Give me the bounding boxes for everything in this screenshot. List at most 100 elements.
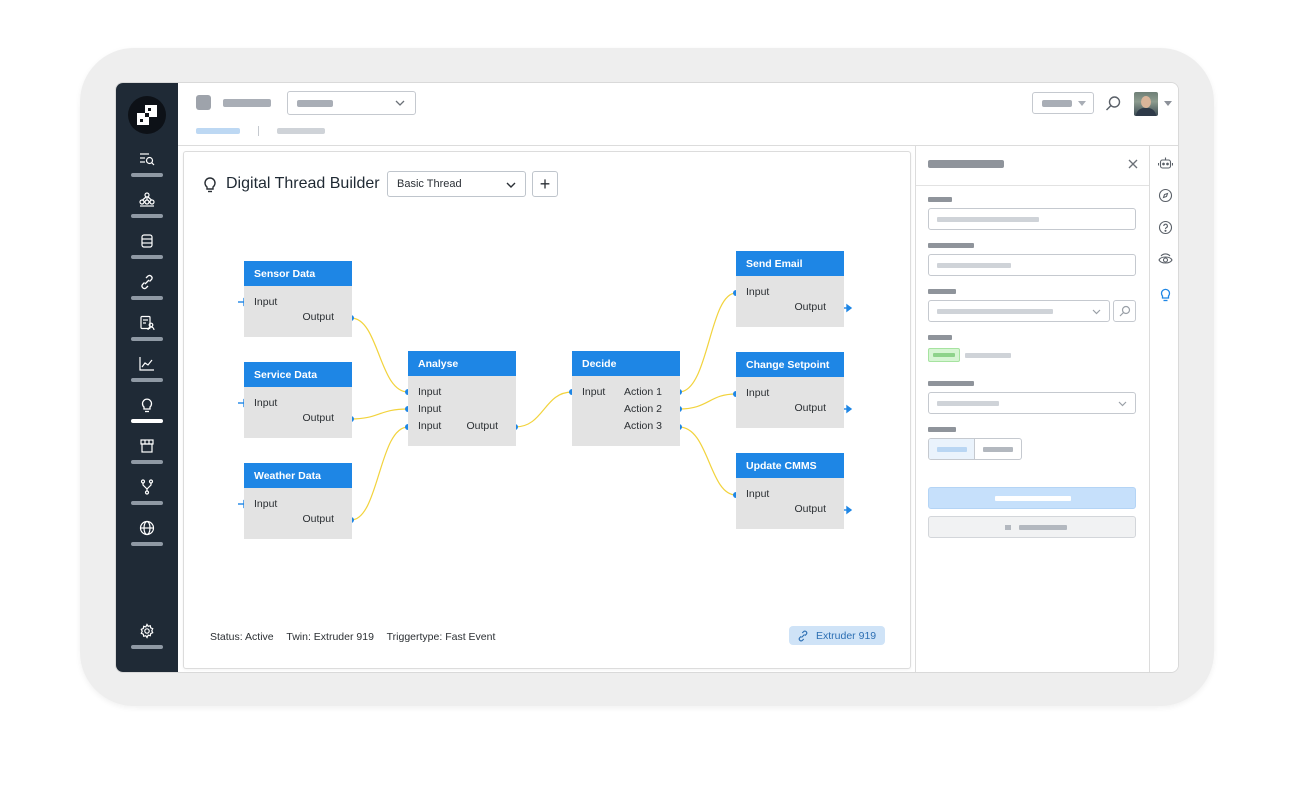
sidebar-item-settings[interactable] [116, 619, 178, 657]
sidebar-item-search-list[interactable] [116, 147, 178, 185]
node-output-label: Output [302, 513, 334, 525]
arrow-out-setpoint [843, 404, 853, 414]
select-field[interactable] [928, 392, 1136, 414]
workspace-select[interactable] [287, 91, 416, 115]
arrow-out-email [843, 303, 853, 313]
workspace-name [223, 99, 271, 107]
sidebar-item-link[interactable] [116, 270, 178, 308]
connector-decide-setpoint [678, 393, 737, 410]
node-weather-data[interactable]: Weather Data Input Output [244, 463, 352, 539]
avatar-shirt [1136, 108, 1156, 116]
connector-sensor-analyse [350, 317, 409, 393]
field-label [928, 427, 956, 432]
node-title: Update CMMS [736, 453, 844, 478]
text-field[interactable] [928, 254, 1136, 276]
lightbulb-icon [141, 398, 153, 413]
field-placeholder [937, 217, 1039, 222]
lightbulb-icon[interactable] [1158, 287, 1173, 302]
node-action-label: Action 2 [624, 403, 662, 415]
node-action-label: Action 3 [624, 420, 662, 432]
context-select-value [1042, 100, 1072, 107]
sidebar-item-label [131, 645, 163, 649]
store-icon [140, 439, 154, 453]
node-decide[interactable]: Decide Input Action 1 Action 2 Action 3 [572, 351, 680, 446]
segmented-toggle[interactable] [928, 438, 1022, 460]
node-title: Send Email [736, 251, 844, 276]
logo-icon [137, 105, 157, 125]
secondary-button-icon [1005, 525, 1011, 530]
node-title: Weather Data [244, 463, 352, 488]
field-label [928, 381, 974, 386]
left-sidebar [116, 83, 178, 672]
secondary-button[interactable] [928, 516, 1136, 538]
node-input-label: Input [746, 387, 770, 399]
segment-option[interactable] [975, 439, 1021, 459]
field-label [928, 289, 956, 294]
node-output-label: Output [302, 412, 334, 424]
node-change-setpoint[interactable]: Change Setpoint Input Output [736, 352, 844, 428]
compass-icon[interactable] [1158, 188, 1173, 203]
node-input-label: Input [254, 397, 278, 409]
node-output-label: Output [794, 402, 826, 414]
robot-icon[interactable] [1158, 156, 1173, 171]
primary-button[interactable] [928, 487, 1136, 509]
sidebar-item-label [131, 542, 163, 546]
field-placeholder [937, 309, 1053, 314]
node-input-label: Input [746, 286, 770, 298]
workspace-select-value [297, 100, 333, 107]
node-title: Sensor Data [244, 261, 352, 286]
sidebar-item-label [131, 337, 163, 341]
context-select[interactable] [1032, 92, 1094, 114]
app-logo[interactable] [128, 96, 166, 134]
hierarchy-icon [139, 192, 155, 207]
node-input-label: Input [418, 420, 442, 432]
tab-separator [258, 126, 259, 136]
tab-secondary[interactable] [277, 128, 325, 134]
node-update-cmms[interactable]: Update CMMS Input Output [736, 453, 844, 529]
sidebar-item-store[interactable] [116, 434, 178, 472]
node-title: Service Data [244, 362, 352, 387]
sidebar-item-hierarchy[interactable] [116, 188, 178, 226]
sidebar-item-branch[interactable] [116, 475, 178, 513]
help-icon[interactable] [1158, 220, 1173, 235]
sidebar-item-document-user[interactable] [116, 311, 178, 349]
sidebar-item-database[interactable] [116, 229, 178, 267]
sidebar-item-ideas[interactable] [116, 393, 178, 431]
search-icon[interactable] [1105, 95, 1122, 112]
segment-option-active[interactable] [929, 439, 975, 459]
node-sensor-data[interactable]: Sensor Data Input Output [244, 261, 352, 337]
close-icon[interactable] [1126, 157, 1140, 171]
chevron-down-icon [1118, 401, 1127, 407]
node-send-email[interactable]: Send Email Input Output [736, 251, 844, 327]
connector-decide-email [678, 292, 737, 393]
sidebar-item-analytics[interactable] [116, 352, 178, 390]
globe-icon [139, 520, 155, 536]
eye-icon[interactable] [1158, 252, 1173, 267]
link-icon [141, 274, 153, 290]
node-service-data[interactable]: Service Data Input Output [244, 362, 352, 438]
twin-chip[interactable]: Extruder 919 [789, 626, 885, 645]
workspace-icon[interactable] [196, 95, 211, 110]
sidebar-item-globe[interactable] [116, 516, 178, 554]
avatar-face [1141, 96, 1151, 108]
document-user-icon [140, 315, 155, 331]
panel-title [928, 160, 1004, 168]
status-bar: Status: Active Twin: Extruder 919 Trigge… [210, 631, 505, 643]
branch-icon [140, 479, 154, 495]
avatar-caret-icon[interactable] [1164, 101, 1172, 106]
caret-down-icon [1078, 101, 1086, 106]
select-field[interactable] [928, 300, 1110, 322]
thread-canvas: Digital Thread Builder Basic Thread + Se… [183, 151, 911, 669]
field-label [928, 335, 952, 340]
chevron-down-icon [395, 100, 405, 106]
tab-active[interactable] [196, 128, 240, 134]
secondary-button-label [1019, 525, 1067, 530]
lookup-button[interactable] [1113, 300, 1136, 322]
text-field[interactable] [928, 208, 1136, 230]
connector-weather-analyse [350, 426, 409, 521]
node-analyse[interactable]: Analyse Input Input Input Output [408, 351, 516, 446]
node-input-label: Input [254, 296, 278, 308]
avatar[interactable] [1134, 92, 1158, 116]
connector-service-analyse [350, 408, 409, 420]
node-title: Decide [572, 351, 680, 376]
